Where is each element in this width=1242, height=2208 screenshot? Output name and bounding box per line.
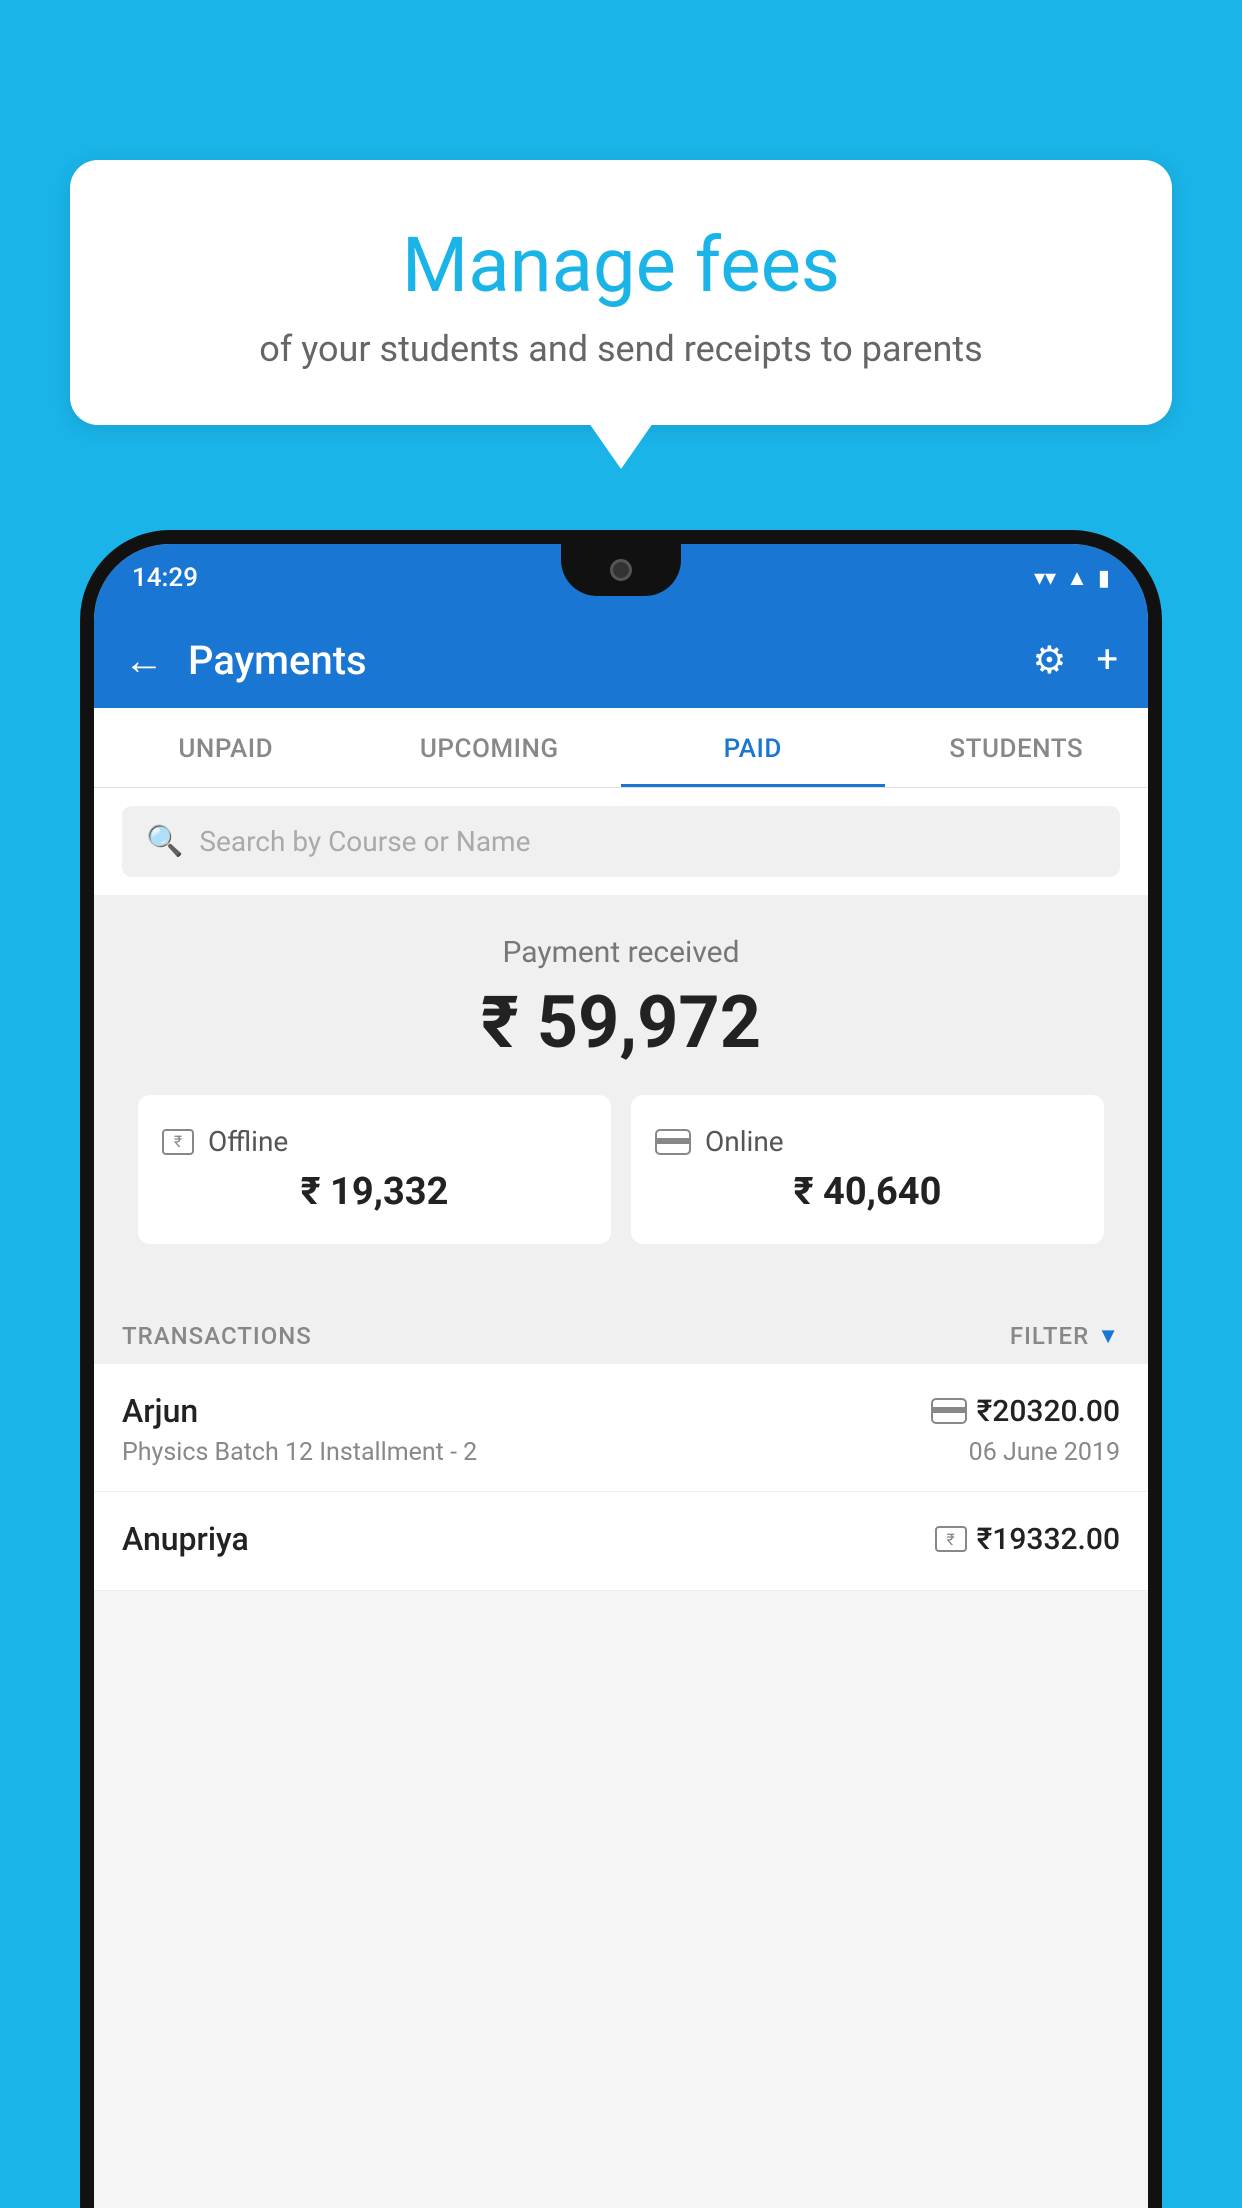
add-icon[interactable]: + xyxy=(1096,638,1118,682)
status-bar: 14:29 ▾▾ ▲ ▮ xyxy=(94,544,1148,612)
table-row[interactable]: Arjun ₹20320.00 Physics Batch 12 Install… xyxy=(94,1364,1148,1492)
search-input[interactable]: Search by Course or Name xyxy=(199,825,530,858)
tx-date: 06 June 2019 xyxy=(969,1438,1120,1467)
offline-card-header: ₹ Offline xyxy=(162,1125,587,1158)
bubble-title: Manage fees xyxy=(120,220,1122,310)
tab-unpaid[interactable]: UNPAID xyxy=(94,708,358,787)
speech-bubble: Manage fees of your students and send re… xyxy=(70,160,1172,425)
tx-name: Arjun xyxy=(122,1392,198,1430)
offline-amount: ₹ 19,332 xyxy=(162,1170,587,1214)
signal-icon: ▲ xyxy=(1066,565,1088,591)
transaction-list: Arjun ₹20320.00 Physics Batch 12 Install… xyxy=(94,1364,1148,1591)
tx-row-top: Anupriya ₹ ₹19332.00 xyxy=(122,1520,1120,1558)
wifi-icon: ▾▾ xyxy=(1034,566,1056,591)
tx-row-bottom: Physics Batch 12 Installment - 2 06 June… xyxy=(122,1438,1120,1467)
transactions-label: TRANSACTIONS xyxy=(122,1322,312,1350)
payment-received-label: Payment received xyxy=(114,935,1128,970)
offline-label: Offline xyxy=(208,1125,288,1158)
online-card: Online ₹ 40,640 xyxy=(631,1095,1104,1244)
status-icons: ▾▾ ▲ ▮ xyxy=(1034,565,1110,591)
payment-amount: ₹ 59,972 xyxy=(114,980,1128,1065)
tx-amount: ₹19332.00 xyxy=(977,1522,1120,1557)
filter-icon: ▼ xyxy=(1097,1323,1120,1349)
notch xyxy=(561,544,681,596)
tx-amount-wrap: ₹20320.00 xyxy=(931,1394,1120,1429)
credit-card-icon xyxy=(655,1129,691,1155)
online-payment-icon xyxy=(931,1398,967,1424)
header-icons: ⚙ + xyxy=(1032,638,1118,683)
online-label: Online xyxy=(705,1125,784,1158)
payment-section: Payment received ₹ 59,972 ₹ Offline ₹ 19… xyxy=(94,895,1148,1304)
tab-upcoming[interactable]: UPCOMING xyxy=(358,708,622,787)
online-amount: ₹ 40,640 xyxy=(655,1170,1080,1214)
offline-payment-icon: ₹ xyxy=(935,1526,967,1552)
tab-students[interactable]: STUDENTS xyxy=(885,708,1149,787)
search-icon: 🔍 xyxy=(146,824,183,859)
table-row[interactable]: Anupriya ₹ ₹19332.00 xyxy=(94,1492,1148,1591)
filter-button[interactable]: FILTER ▼ xyxy=(1010,1322,1120,1350)
search-input-wrap[interactable]: 🔍 Search by Course or Name xyxy=(122,806,1120,877)
back-button[interactable]: ← xyxy=(124,637,164,684)
battery-icon: ▮ xyxy=(1098,566,1110,591)
tx-name: Anupriya xyxy=(122,1520,249,1558)
phone-frame: 14:29 ▾▾ ▲ ▮ ← Payments ⚙ + UNPAID UPCOM… xyxy=(80,530,1162,2208)
search-bar: 🔍 Search by Course or Name xyxy=(94,788,1148,895)
page-title: Payments xyxy=(188,637,1032,684)
tab-paid[interactable]: PAID xyxy=(621,708,885,787)
offline-card: ₹ Offline ₹ 19,332 xyxy=(138,1095,611,1244)
transactions-header: TRANSACTIONS FILTER ▼ xyxy=(94,1304,1148,1364)
bubble-subtitle: of your students and send receipts to pa… xyxy=(120,328,1122,370)
status-time: 14:29 xyxy=(132,563,198,593)
camera xyxy=(610,559,632,581)
app-header: ← Payments ⚙ + xyxy=(94,612,1148,708)
tx-amount-wrap: ₹ ₹19332.00 xyxy=(935,1522,1120,1557)
rupee-box-icon: ₹ xyxy=(162,1129,194,1155)
tx-course: Physics Batch 12 Installment - 2 xyxy=(122,1438,477,1467)
phone-inner: 14:29 ▾▾ ▲ ▮ ← Payments ⚙ + UNPAID UPCOM… xyxy=(94,544,1148,2208)
tabs-bar: UNPAID UPCOMING PAID STUDENTS xyxy=(94,708,1148,788)
settings-icon[interactable]: ⚙ xyxy=(1032,638,1066,683)
tx-amount: ₹20320.00 xyxy=(977,1394,1120,1429)
online-card-header: Online xyxy=(655,1125,1080,1158)
payment-cards-row: ₹ Offline ₹ 19,332 Online ₹ 40,640 xyxy=(114,1095,1128,1274)
tx-row-top: Arjun ₹20320.00 xyxy=(122,1392,1120,1430)
filter-label: FILTER xyxy=(1010,1322,1089,1350)
